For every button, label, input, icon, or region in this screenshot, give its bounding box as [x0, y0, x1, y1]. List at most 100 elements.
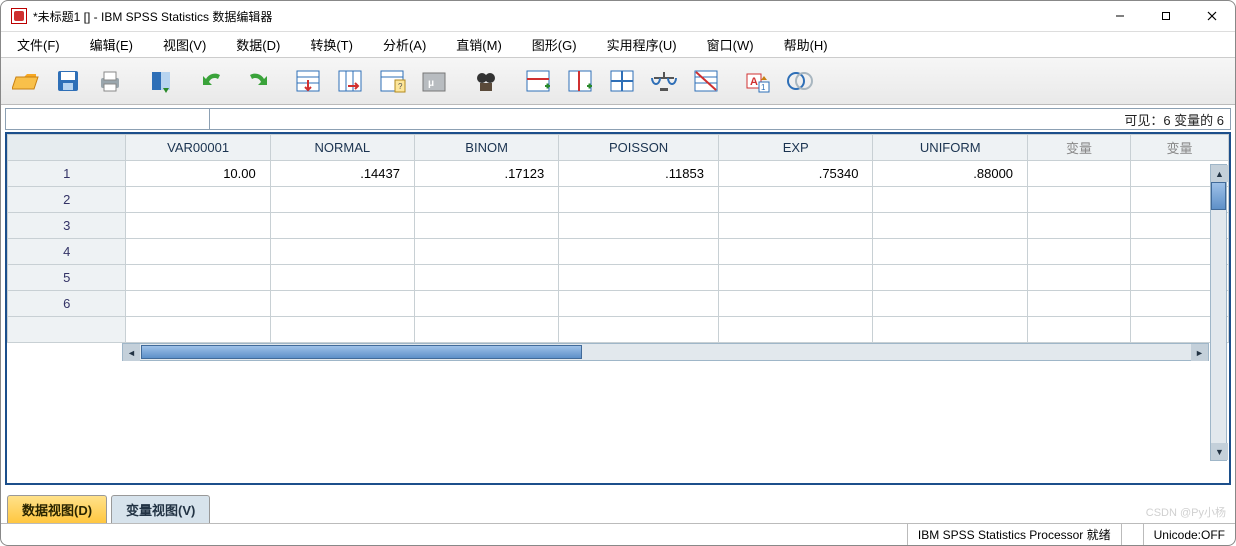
open-icon[interactable]: [7, 63, 45, 99]
cell[interactable]: [270, 239, 414, 265]
cell-reference-box[interactable]: [6, 109, 210, 129]
menu-window[interactable]: 窗口(W): [697, 32, 772, 57]
row-header[interactable]: 3: [8, 213, 126, 239]
menu-data[interactable]: 数据(D): [226, 32, 298, 57]
value-labels-icon[interactable]: A1: [739, 63, 777, 99]
cell[interactable]: [1028, 265, 1131, 291]
vscroll-thumb[interactable]: [1211, 182, 1226, 210]
cell[interactable]: [1028, 187, 1131, 213]
menu-file[interactable]: 文件(F): [7, 32, 78, 57]
cell[interactable]: .17123: [414, 161, 558, 187]
maximize-button[interactable]: [1143, 1, 1189, 31]
cell[interactable]: [718, 265, 873, 291]
use-sets-icon[interactable]: [781, 63, 819, 99]
col-header-empty[interactable]: 变量: [1131, 135, 1229, 161]
menu-view[interactable]: 视图(V): [153, 32, 224, 57]
tab-data-view[interactable]: 数据视图(D): [7, 495, 107, 523]
redo-icon[interactable]: [237, 63, 275, 99]
col-header-uniform[interactable]: UNIFORM: [873, 135, 1028, 161]
cell[interactable]: [873, 317, 1028, 343]
save-icon[interactable]: [49, 63, 87, 99]
cell[interactable]: .11853: [559, 161, 719, 187]
horizontal-scrollbar[interactable]: ◄ ►: [122, 343, 1209, 361]
cell[interactable]: [270, 317, 414, 343]
select-cases-icon[interactable]: [687, 63, 725, 99]
menu-analyze[interactable]: 分析(A): [373, 32, 444, 57]
cell[interactable]: [718, 317, 873, 343]
cell[interactable]: .75340: [718, 161, 873, 187]
row-header[interactable]: 4: [8, 239, 126, 265]
minimize-button[interactable]: [1097, 1, 1143, 31]
col-header-var00001[interactable]: VAR00001: [126, 135, 270, 161]
run-descriptives-icon[interactable]: μ: [415, 63, 453, 99]
split-file-icon[interactable]: [603, 63, 641, 99]
cell[interactable]: [559, 291, 719, 317]
scroll-right-icon[interactable]: ►: [1191, 344, 1208, 361]
cell[interactable]: 10.00: [126, 161, 270, 187]
scroll-up-icon[interactable]: ▲: [1211, 165, 1228, 182]
menu-help[interactable]: 帮助(H): [774, 32, 846, 57]
recall-dialog-icon[interactable]: [143, 63, 181, 99]
print-icon[interactable]: [91, 63, 129, 99]
menu-direct[interactable]: 直销(M): [446, 32, 520, 57]
cell[interactable]: [873, 239, 1028, 265]
row-header[interactable]: [8, 317, 126, 343]
cell[interactable]: [1028, 317, 1131, 343]
cell[interactable]: [873, 187, 1028, 213]
goto-var-icon[interactable]: [331, 63, 369, 99]
cell[interactable]: [414, 291, 558, 317]
cell[interactable]: .88000: [873, 161, 1028, 187]
scroll-left-icon[interactable]: ◄: [123, 344, 140, 361]
cell[interactable]: [1028, 161, 1131, 187]
menu-graphs[interactable]: 图形(G): [522, 32, 595, 57]
cell[interactable]: [270, 213, 414, 239]
cell[interactable]: [718, 239, 873, 265]
row-header[interactable]: 2: [8, 187, 126, 213]
col-header-binom[interactable]: BINOM: [414, 135, 558, 161]
cell[interactable]: [559, 239, 719, 265]
cell[interactable]: [270, 265, 414, 291]
cell[interactable]: [414, 265, 558, 291]
data-table[interactable]: VAR00001 NORMAL BINOM POISSON EXP UNIFOR…: [7, 134, 1229, 343]
col-header-empty[interactable]: 变量: [1028, 135, 1131, 161]
col-header-normal[interactable]: NORMAL: [270, 135, 414, 161]
row-header[interactable]: 6: [8, 291, 126, 317]
cell[interactable]: [126, 291, 270, 317]
variables-icon[interactable]: ?: [373, 63, 411, 99]
cell[interactable]: [414, 213, 558, 239]
cell[interactable]: [718, 291, 873, 317]
cell[interactable]: [873, 213, 1028, 239]
cell[interactable]: [126, 265, 270, 291]
cell[interactable]: [559, 317, 719, 343]
cell[interactable]: [414, 239, 558, 265]
corner-cell[interactable]: [8, 135, 126, 161]
col-header-poisson[interactable]: POISSON: [559, 135, 719, 161]
cell[interactable]: [126, 213, 270, 239]
hscroll-thumb[interactable]: [141, 345, 582, 359]
cell[interactable]: [126, 317, 270, 343]
cell[interactable]: [414, 317, 558, 343]
cell[interactable]: [873, 265, 1028, 291]
insert-cases-icon[interactable]: [519, 63, 557, 99]
undo-icon[interactable]: [195, 63, 233, 99]
cell[interactable]: .14437: [270, 161, 414, 187]
weight-cases-icon[interactable]: [645, 63, 683, 99]
cell[interactable]: [718, 187, 873, 213]
menu-utilities[interactable]: 实用程序(U): [597, 32, 695, 57]
cell[interactable]: [559, 213, 719, 239]
goto-case-icon[interactable]: [289, 63, 327, 99]
cell[interactable]: [559, 265, 719, 291]
cell[interactable]: [270, 187, 414, 213]
cell[interactable]: [126, 239, 270, 265]
scroll-down-icon[interactable]: ▼: [1211, 443, 1228, 460]
col-header-exp[interactable]: EXP: [718, 135, 873, 161]
find-icon[interactable]: [467, 63, 505, 99]
cell[interactable]: [873, 291, 1028, 317]
cell[interactable]: [559, 187, 719, 213]
cell[interactable]: [414, 187, 558, 213]
vertical-scrollbar[interactable]: ▲ ▼: [1210, 164, 1227, 461]
cell[interactable]: [1028, 291, 1131, 317]
tab-variable-view[interactable]: 变量视图(V): [111, 495, 210, 523]
cell[interactable]: [1028, 213, 1131, 239]
menu-edit[interactable]: 编辑(E): [80, 32, 151, 57]
